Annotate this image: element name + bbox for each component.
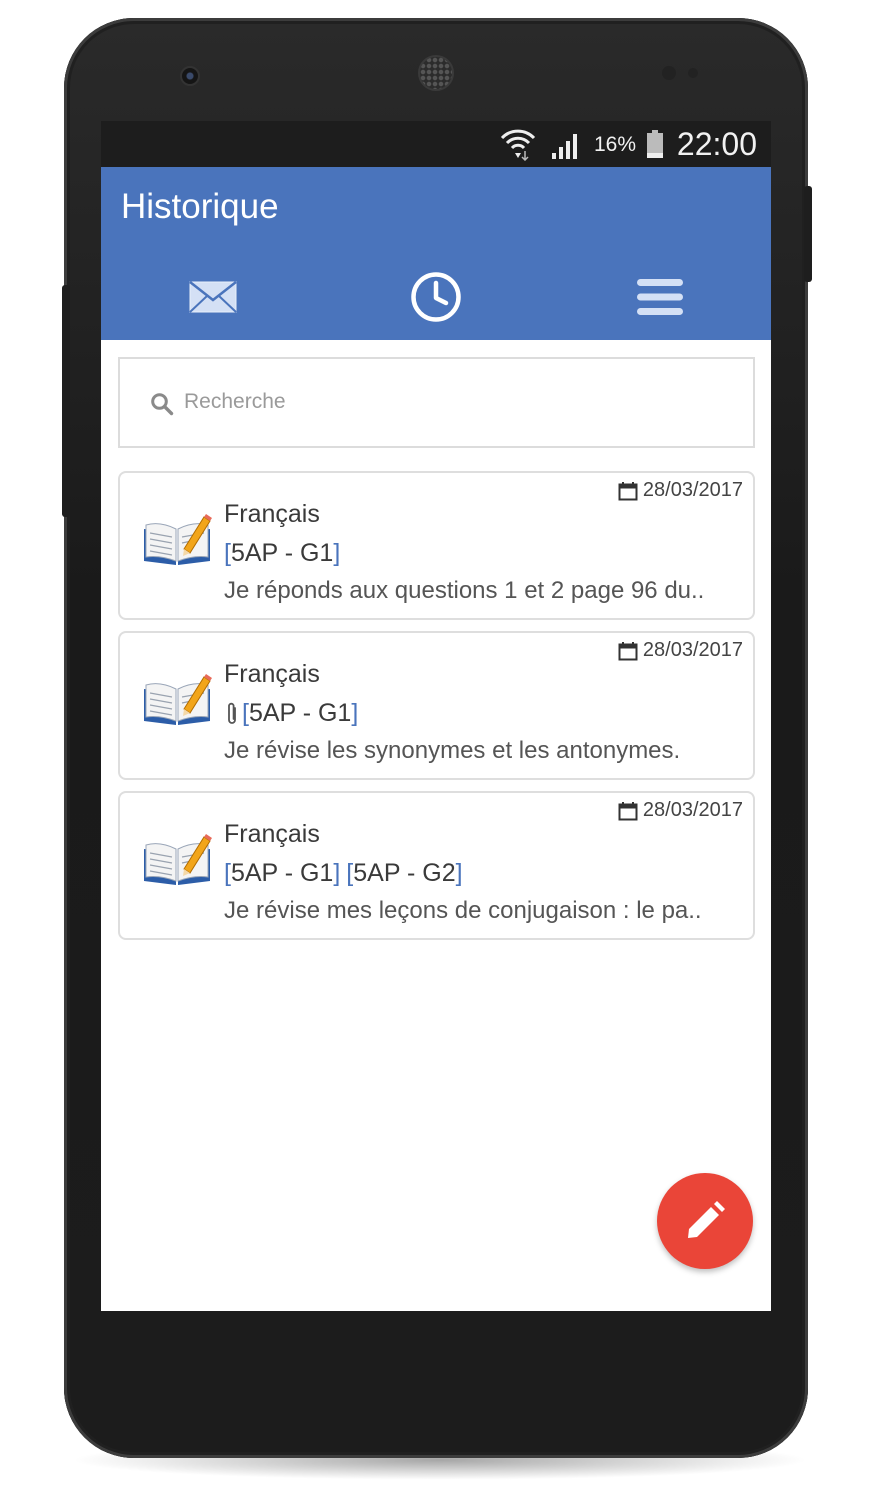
history-entry[interactable]: 28/03/2017 Français [5AP - G1] [5AP - G2] Je… bbox=[118, 791, 755, 940]
menu-icon bbox=[637, 279, 683, 315]
entry-subject: Français bbox=[224, 500, 320, 528]
entry-date-text: 28/03/2017 bbox=[642, 639, 743, 661]
power-button bbox=[804, 186, 812, 282]
entry-description: Je réponds aux questions 1 et 2 page 96 … bbox=[224, 577, 705, 604]
search-box[interactable] bbox=[118, 357, 755, 448]
entry-date: 28/03/2017 bbox=[618, 479, 743, 502]
page-title: Historique bbox=[121, 187, 279, 226]
group-tag-label: 5AP - G1 bbox=[230, 539, 334, 567]
search-input[interactable] bbox=[184, 390, 684, 414]
bracket-close: ] bbox=[455, 859, 463, 887]
status-bar: 16% 22:00 bbox=[101, 121, 771, 167]
volume-button bbox=[62, 285, 70, 517]
group-tag-label: 5AP - G1 bbox=[248, 699, 352, 727]
front-camera-icon bbox=[180, 66, 200, 86]
battery-icon bbox=[647, 130, 663, 158]
group-tag: [5AP - G1] bbox=[224, 859, 340, 888]
bracket-close: ] bbox=[333, 539, 341, 567]
calendar-icon bbox=[618, 801, 638, 820]
history-entry[interactable]: 28/03/2017 Français [5AP - G1] Je révise le… bbox=[118, 631, 755, 780]
bracket-close: ] bbox=[351, 699, 359, 727]
entry-groups: [5AP - G1] bbox=[224, 699, 364, 728]
app-bar: Historique bbox=[101, 167, 771, 340]
screen: 16% 22:00 Historique Recherche 28/03/201… bbox=[101, 121, 771, 1311]
pencil-icon bbox=[688, 1201, 725, 1238]
search-icon bbox=[151, 393, 174, 416]
group-tag: [5AP - G2] bbox=[346, 859, 462, 888]
bracket-open: [ bbox=[224, 539, 231, 567]
bracket-close: ] bbox=[333, 859, 341, 887]
entry-date: 28/03/2017 bbox=[618, 799, 743, 822]
clock-time: 22:00 bbox=[676, 126, 757, 162]
wifi-icon bbox=[500, 129, 536, 161]
device-mockup: 16% 22:00 Historique Recherche 28/03/201… bbox=[0, 0, 874, 1491]
paperclip-icon bbox=[228, 702, 236, 724]
group-tag-label: 5AP - G2 bbox=[353, 859, 456, 887]
bracket-open: [ bbox=[224, 859, 231, 887]
entry-date: 28/03/2017 bbox=[618, 639, 743, 662]
mail-icon bbox=[189, 281, 237, 313]
tab-menu[interactable] bbox=[630, 267, 690, 327]
entry-date-text: 28/03/2017 bbox=[642, 799, 743, 821]
clock-icon bbox=[411, 272, 461, 322]
compose-button[interactable] bbox=[657, 1173, 753, 1269]
tab-history[interactable] bbox=[406, 267, 466, 327]
tab-messages[interactable] bbox=[183, 267, 243, 327]
book-pencil-icon bbox=[144, 514, 212, 565]
book-pencil-icon bbox=[144, 834, 212, 885]
light-sensor bbox=[688, 68, 698, 78]
entry-subject: Français bbox=[224, 660, 320, 688]
entry-subject: Français bbox=[224, 820, 320, 848]
battery-percent: 16% bbox=[593, 133, 636, 156]
proximity-sensor bbox=[662, 66, 676, 80]
calendar-icon bbox=[618, 641, 638, 660]
bracket-open: [ bbox=[242, 699, 249, 727]
earpiece-speaker bbox=[418, 55, 454, 91]
entry-groups: [5AP - G1] [5AP - G2] bbox=[224, 859, 469, 888]
signal-icon bbox=[552, 134, 577, 159]
entry-date-text: 28/03/2017 bbox=[642, 479, 743, 501]
calendar-icon bbox=[618, 481, 638, 500]
entry-description: Je révise mes leçons de conjugaison : le… bbox=[224, 897, 702, 924]
entry-groups: [5AP - G1] bbox=[224, 539, 346, 568]
entry-description: Je révise les synonymes et les antonymes… bbox=[224, 737, 681, 764]
group-tag-label: 5AP - G1 bbox=[230, 859, 334, 887]
book-pencil-icon bbox=[144, 674, 212, 725]
group-tag: [5AP - G1] bbox=[224, 539, 340, 568]
history-entry[interactable]: 28/03/2017 Français [5AP - G1] Je réponds a… bbox=[118, 471, 755, 620]
group-tag: [5AP - G1] bbox=[242, 699, 358, 728]
